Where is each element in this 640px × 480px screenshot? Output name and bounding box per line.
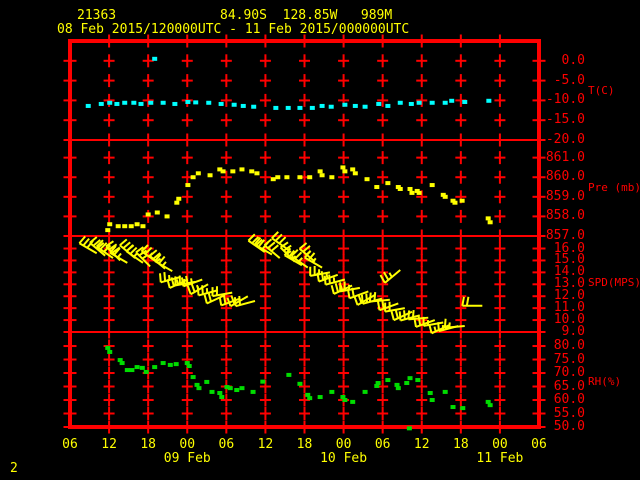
page-number: 2 bbox=[10, 461, 18, 476]
y-axis-tick-label-temperature: 0.0 bbox=[561, 52, 585, 68]
x-axis-date-label: 09 Feb bbox=[163, 451, 211, 466]
x-axis-tick-label: 00 bbox=[492, 437, 508, 452]
y-axis-tick-label-relative_humidity: 70.0 bbox=[553, 365, 585, 381]
x-axis-tick-label: 06 bbox=[374, 437, 391, 452]
x-axis-tick-label: 18 bbox=[140, 437, 156, 452]
x-axis-date-label: 10 Feb bbox=[320, 451, 368, 466]
y-axis-tick-label-temperature: -20.0 bbox=[545, 132, 585, 147]
y-axis-tick-label-temperature: -5.0 bbox=[553, 72, 585, 88]
x-axis-tick-label: 00 bbox=[179, 437, 196, 452]
y-axis-title-relative_humidity: RH(%) bbox=[588, 375, 622, 388]
y-axis-tick-label-relative_humidity: 50.0 bbox=[553, 419, 585, 434]
x-axis-tick-label: 18 bbox=[296, 437, 313, 452]
y-axis-title-temperature: T(C) bbox=[588, 84, 615, 97]
x-axis-tick-label: 06 bbox=[218, 437, 235, 452]
x-axis-tick-label: 12 bbox=[101, 437, 117, 452]
x-axis-tick-label: 06 bbox=[62, 437, 78, 452]
x-axis-tick-label: 18 bbox=[453, 437, 469, 452]
x-axis-tick-label: 00 bbox=[335, 437, 352, 452]
y-axis-tick-label-relative_humidity: 60.0 bbox=[553, 392, 585, 407]
y-axis-tick-label-wind_speed: 9.0 bbox=[561, 324, 585, 339]
y-axis-tick-label-pressure: 860.0 bbox=[545, 169, 585, 185]
x-axis-tick-label: 12 bbox=[257, 437, 274, 452]
x-axis-tick-label: 06 bbox=[531, 437, 547, 452]
y-axis-title-wind_speed: SPD(MPS) bbox=[588, 276, 640, 289]
x-axis-date-label: 11 Feb bbox=[476, 451, 524, 466]
y-axis-tick-label-pressure: 859.0 bbox=[545, 188, 585, 204]
y-axis-tick-label-relative_humidity: 80.0 bbox=[553, 338, 585, 354]
y-axis-tick-label-temperature: -10.0 bbox=[545, 92, 585, 108]
y-axis-tick-label-pressure: 861.0 bbox=[545, 149, 585, 165]
y-axis-tick-label-temperature: -15.0 bbox=[545, 112, 585, 128]
y-axis-title-pressure: Pre (mb) bbox=[588, 181, 640, 194]
x-axis-tick-label: 12 bbox=[413, 437, 430, 452]
y-axis-tick-label-pressure: 858.0 bbox=[545, 208, 585, 224]
meteogram-app: 21363 84.90S 128.85W 989M 08 Feb 2015/12… bbox=[0, 0, 640, 480]
